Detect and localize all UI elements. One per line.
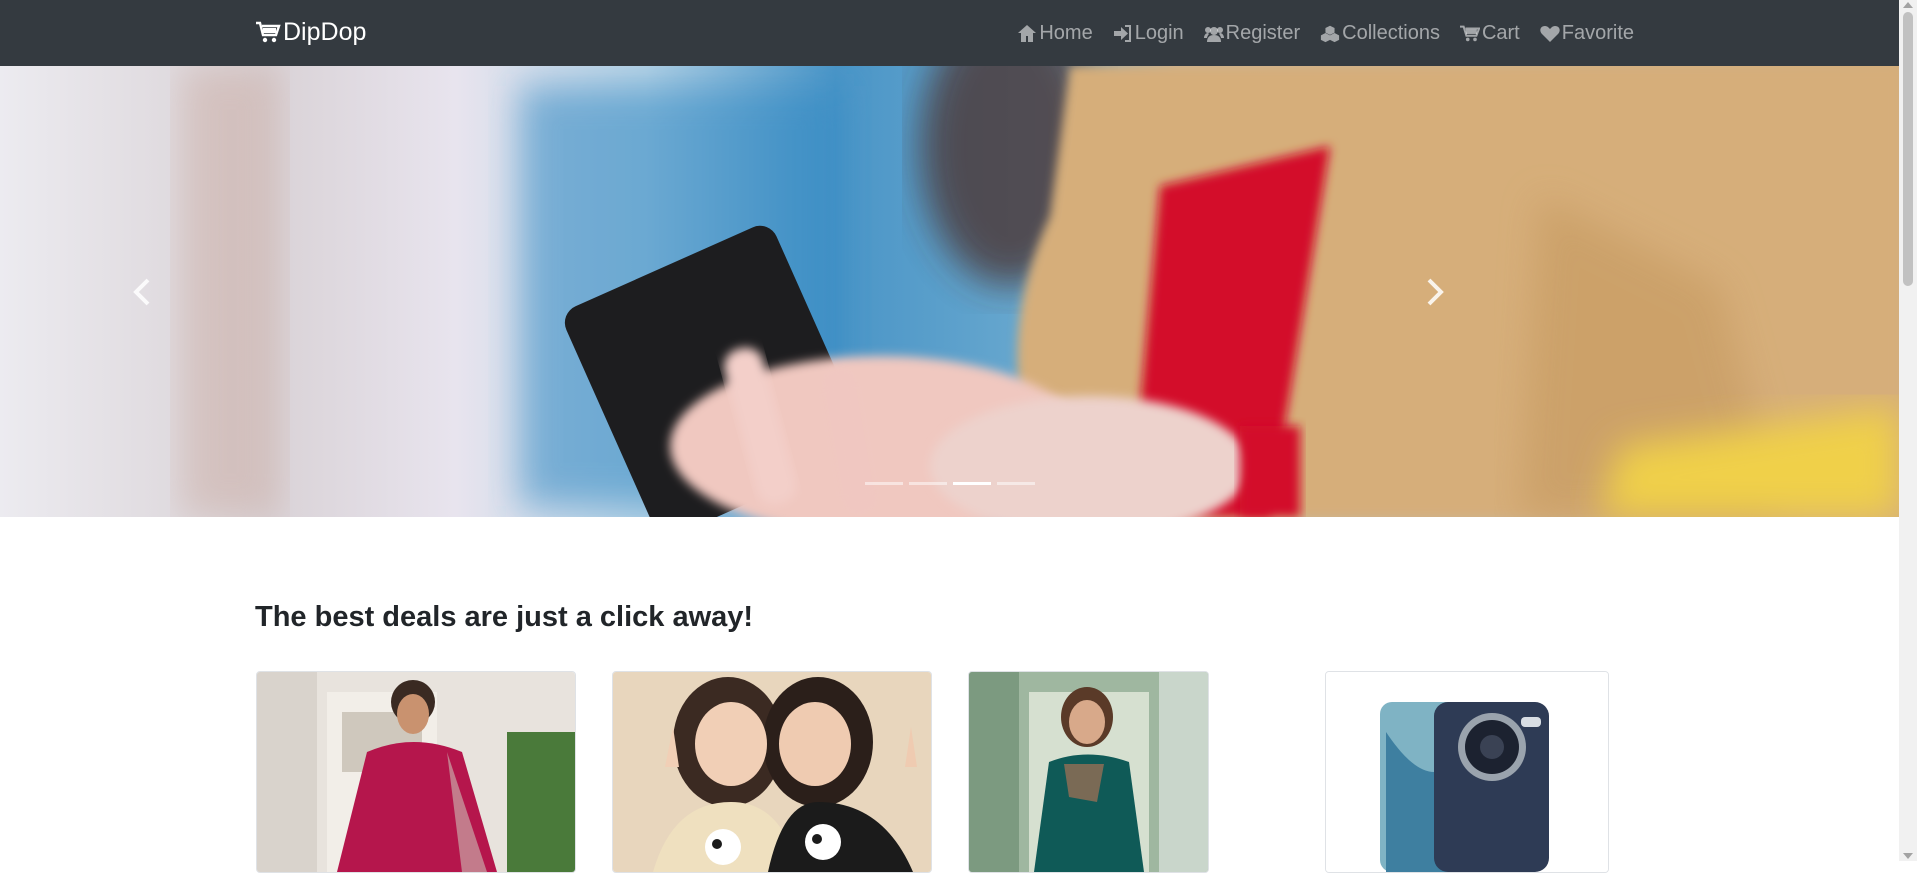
login-icon: [1113, 24, 1131, 42]
nav-links: Home Login Register Collections Cart Fav…: [1017, 16, 1634, 50]
nav-collections-label: Collections: [1342, 21, 1440, 44]
product-image: [257, 672, 575, 872]
product-image: [613, 672, 931, 872]
brand-link[interactable]: DipDop: [255, 14, 366, 50]
nav-home-label: Home: [1039, 21, 1093, 44]
cart-icon: [256, 21, 281, 43]
nav-login-label: Login: [1134, 21, 1184, 44]
nav-login[interactable]: Login: [1113, 22, 1184, 45]
carousel-indicators: [0, 482, 1899, 485]
navbar: DipDop Home Login Register Collections C…: [0, 0, 1899, 66]
nav-register-label: Register: [1225, 21, 1301, 44]
product-card[interactable]: [612, 671, 932, 873]
page-scrollbar[interactable]: [1899, 0, 1917, 861]
nav-cart[interactable]: Cart: [1459, 21, 1520, 45]
carousel-prev-button[interactable]: [72, 66, 212, 517]
carousel-indicator[interactable]: [908, 482, 947, 485]
nav-favorite[interactable]: Favorite: [1540, 22, 1634, 45]
carousel-slide-image: [0, 66, 1899, 517]
product-image: [1326, 672, 1608, 872]
carousel-indicator[interactable]: [864, 482, 903, 485]
brand-name: DipDop: [283, 17, 367, 46]
chevron-left-icon: [133, 278, 150, 305]
hero-carousel: [0, 66, 1899, 517]
home-icon: [1018, 24, 1037, 42]
product-card[interactable]: [256, 671, 576, 873]
section-title: The best deals are just a click away!: [255, 601, 754, 633]
chevron-right-icon: [1427, 278, 1444, 305]
scroll-down-arrow-icon[interactable]: [1903, 853, 1913, 859]
carousel-indicator-active[interactable]: [952, 482, 991, 485]
carousel-indicator[interactable]: [996, 482, 1035, 485]
scrollbar-thumb[interactable]: [1903, 12, 1913, 286]
nav-cart-label: Cart: [1481, 21, 1520, 44]
nav-home[interactable]: Home: [1017, 21, 1093, 45]
cart-icon: [1459, 25, 1480, 41]
product-card[interactable]: [968, 671, 1209, 873]
heart-icon: [1540, 25, 1560, 42]
cubes-icon: [1321, 25, 1340, 42]
nav-favorite-label: Favorite: [1561, 21, 1634, 44]
product-card[interactable]: [1325, 671, 1609, 873]
scroll-up-arrow-icon[interactable]: [1903, 2, 1913, 8]
nav-register[interactable]: Register: [1203, 21, 1301, 45]
product-image: [969, 672, 1208, 872]
carousel-next-button[interactable]: [1365, 66, 1505, 517]
nav-collections[interactable]: Collections: [1320, 22, 1440, 45]
users-icon: [1203, 26, 1224, 42]
